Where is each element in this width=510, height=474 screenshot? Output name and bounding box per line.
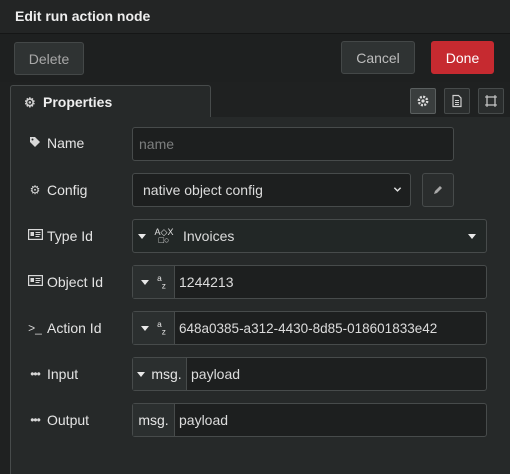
tab-settings-button[interactable] (410, 88, 436, 114)
delete-button[interactable]: Delete (14, 42, 84, 75)
type-id-select[interactable]: A◇X □○ Invoices (132, 219, 487, 253)
id-card-icon (27, 229, 43, 243)
caret-down-icon (141, 325, 150, 331)
az-string-icon: az (157, 319, 166, 337)
input-value: payload (191, 366, 241, 382)
output-label-row: ••• Output (27, 410, 89, 430)
config-label-row: ⚙ Config (27, 180, 88, 200)
config-value: native object config (143, 182, 263, 198)
name-input[interactable]: name (132, 127, 454, 161)
action-id-type-toggle[interactable]: az (133, 312, 175, 344)
id-card-icon (27, 275, 43, 289)
input-label-row: ••• Input (27, 364, 78, 384)
tab-properties[interactable]: ⚙ Properties (10, 85, 211, 118)
input-type-toggle[interactable]: msg. (133, 358, 187, 390)
tag-icon (27, 136, 43, 151)
object-id-input[interactable]: az 1244213 (132, 265, 487, 299)
gear-icon: ⚙ (29, 183, 41, 197)
output-value: payload (179, 412, 229, 428)
output-label: Output (47, 412, 90, 428)
cancel-button[interactable]: Cancel (341, 41, 415, 74)
action-id-label-row: >_ Action Id (27, 318, 101, 338)
caret-down-icon (141, 279, 150, 285)
output-prefix: msg. (138, 412, 169, 428)
name-placeholder: name (139, 136, 175, 152)
caret-down-icon (137, 371, 146, 377)
done-button[interactable]: Done (431, 41, 494, 74)
tab-appearance-button[interactable] (478, 88, 504, 114)
dialog-title: Edit run action node (15, 8, 151, 24)
type-id-type-glyph: A◇X □○ (154, 227, 174, 245)
az-string-icon: az (157, 273, 166, 291)
tab-properties-label: Properties (43, 94, 113, 110)
input-prefix: msg. (151, 366, 182, 382)
ellipsis-icon: ••• (30, 413, 41, 427)
frame-icon (485, 95, 497, 107)
gear-icon: ⚙ (24, 94, 36, 110)
type-id-value: Invoices (183, 228, 235, 244)
gear-icon (417, 95, 429, 107)
object-id-label-row: Object Id (27, 272, 103, 292)
pencil-icon (434, 186, 442, 194)
caret-down-icon (138, 233, 146, 239)
input-label: Input (47, 366, 79, 382)
input-field[interactable]: msg. payload (132, 357, 487, 391)
name-label-row: Name (27, 133, 84, 153)
object-id-type-toggle[interactable]: az (133, 266, 175, 298)
object-id-label: Object Id (47, 274, 104, 290)
type-id-label-row: Type Id (27, 226, 93, 246)
action-id-input[interactable]: az 648a0385-a312-4430-8d85-018601833e42 (132, 311, 487, 345)
ellipsis-icon: ••• (30, 367, 41, 381)
caret-down-icon (468, 234, 476, 239)
config-select[interactable]: native object config (132, 173, 411, 207)
document-icon (452, 94, 462, 108)
terminal-icon: >_ (28, 321, 42, 335)
tab-description-button[interactable] (444, 88, 470, 114)
type-id-label: Type Id (47, 228, 93, 244)
edit-config-button[interactable] (422, 173, 454, 207)
output-field[interactable]: msg. payload (132, 403, 487, 437)
config-label: Config (47, 182, 88, 198)
dialog-titlebar: Edit run action node (0, 0, 510, 34)
output-prefix-box: msg. (133, 404, 175, 436)
object-id-value: 1244213 (179, 274, 234, 290)
action-id-value: 648a0385-a312-4430-8d85-018601833e42 (179, 320, 438, 336)
name-label: Name (47, 135, 85, 151)
action-id-label: Action Id (47, 320, 102, 336)
type-id-type-toggle[interactable] (133, 220, 151, 252)
chevron-down-icon (393, 187, 402, 192)
